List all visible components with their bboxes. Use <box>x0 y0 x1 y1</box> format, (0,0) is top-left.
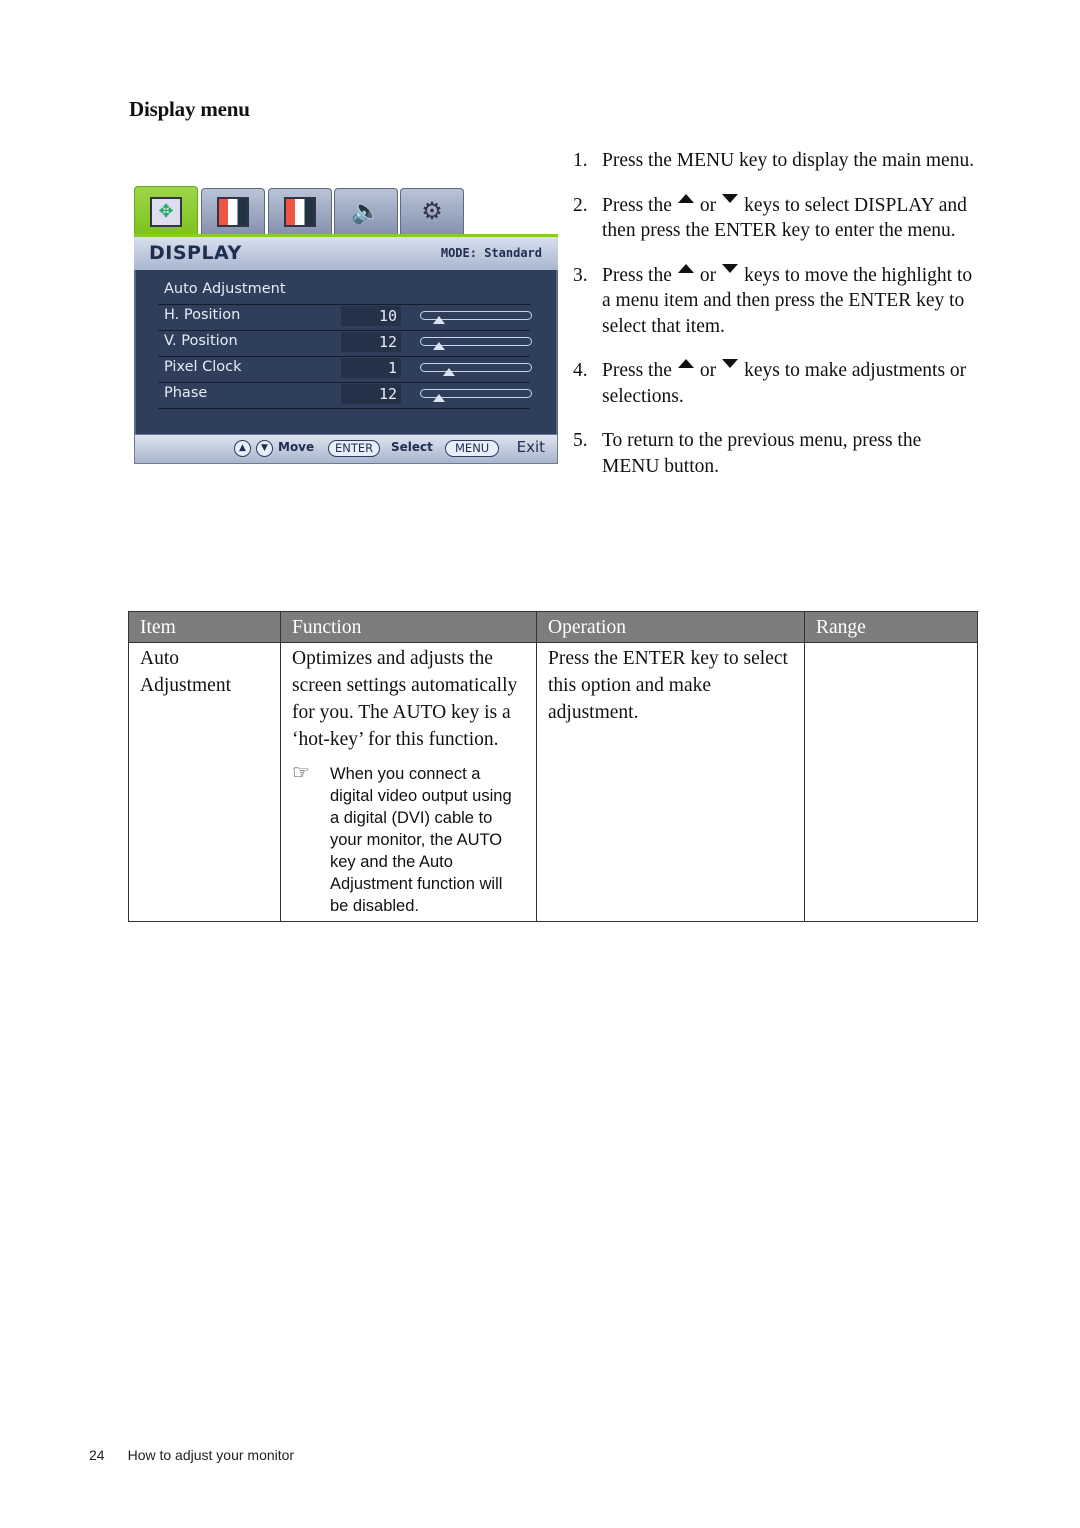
osd-slider[interactable] <box>420 311 532 324</box>
down-arrow-icon <box>722 359 739 369</box>
osd-row-label: Auto Adjustment <box>164 281 286 297</box>
header-function: Function <box>280 611 537 643</box>
item-text: Auto Adjustment <box>140 648 231 696</box>
cell-item: Auto Adjustment <box>128 642 281 922</box>
step-key: MENU <box>676 150 735 171</box>
tab-picture-advanced[interactable] <box>268 188 332 234</box>
step-item: 1. Press the MENU key to display the mai… <box>573 148 983 174</box>
step-item: 4. Press the or keys to make adjustments o… <box>573 358 983 409</box>
osd-row-value: 12 <box>341 384 401 404</box>
gear-icon: ⚙ <box>421 199 443 225</box>
osd-row-label: H. Position <box>164 307 241 323</box>
osd-mode: MODE: Standard <box>440 246 542 260</box>
cell-operation: Press the ENTER key to select this optio… <box>536 642 805 922</box>
picture-advanced-icon <box>284 196 316 227</box>
osd-slider[interactable] <box>420 363 532 376</box>
up-arrow-icon <box>677 359 694 369</box>
step-number: 1. <box>573 150 588 171</box>
up-arrow-icon: ▲ <box>234 440 251 457</box>
osd-row-phase[interactable]: Phase 12 <box>158 382 532 409</box>
up-arrow-icon <box>677 193 694 203</box>
cell-range <box>804 642 978 922</box>
tab-system[interactable]: ⚙ <box>400 188 464 234</box>
step-text: or <box>699 264 717 286</box>
function-table: Item Function Operation Range Auto Adjus… <box>128 611 978 922</box>
osd-row-label: Pixel Clock <box>164 359 242 375</box>
osd-header: DISPLAY MODE: Standard <box>134 234 558 270</box>
page-number: 24 <box>89 1447 105 1463</box>
step-item: 3. Press the or keys to move the highlight… <box>573 263 983 340</box>
osd-body: Auto Adjustment H. Position 10 V. Positi… <box>134 270 558 434</box>
osd-row-label: V. Position <box>164 333 238 349</box>
footer-title: How to adjust your monitor <box>127 1447 295 1463</box>
down-arrow-icon: ▼ <box>256 440 273 457</box>
tab-picture[interactable] <box>201 188 265 234</box>
table-row: Auto Adjustment Optimizes and adjusts th… <box>128 642 978 922</box>
down-arrow-icon <box>722 193 739 203</box>
osd-row-h-position[interactable]: H. Position 10 <box>158 304 532 331</box>
step-number: 2. <box>573 194 588 216</box>
move-label: Move <box>278 440 315 454</box>
step-number: 4. <box>573 360 588 381</box>
picture-icon <box>217 196 249 227</box>
osd-row-value: 1 <box>341 358 401 378</box>
step-number: 3. <box>573 264 588 286</box>
osd-row-label: Phase <box>164 385 208 401</box>
page-footer: 24 How to adjust your monitor <box>89 1447 294 1463</box>
down-arrow-icon <box>722 263 739 273</box>
step-text: key to display the main menu. <box>734 150 975 171</box>
step-text: Press the <box>602 264 672 286</box>
osd-slider[interactable] <box>420 337 532 350</box>
step-item: 2. Press the or keys to select DISPLAY and… <box>573 193 983 244</box>
cell-function: Optimizes and adjusts the screen setting… <box>280 642 537 922</box>
step-text: or <box>699 194 717 216</box>
exit-label: Exit <box>516 438 545 456</box>
section-title: Display menu <box>129 97 250 121</box>
osd-tabs: ✥ 🔈 ⚙ <box>134 186 558 236</box>
operation-text: Press the ENTER key to select this optio… <box>548 648 788 723</box>
up-arrow-icon <box>677 263 694 273</box>
function-text: Optimizes and adjusts the screen setting… <box>292 648 518 750</box>
step-number: 5. <box>573 430 588 451</box>
menu-key-badge: MENU <box>445 440 500 457</box>
slider-knob[interactable] <box>432 342 445 350</box>
osd-slider[interactable] <box>420 389 532 402</box>
osd-footer: ▲ ▼ Move ENTER Select MENU Exit <box>134 434 558 464</box>
osd-row-pixel-clock[interactable]: Pixel Clock 1 <box>158 356 532 383</box>
step-text: Press the <box>602 194 672 216</box>
osd-row-value: 10 <box>341 306 401 326</box>
note: ☞ When you connect a digital video outpu… <box>292 762 525 917</box>
select-label: Select <box>391 440 433 454</box>
slider-knob[interactable] <box>432 394 445 402</box>
step-item: 5. To return to the previous menu, press… <box>573 428 983 479</box>
tab-display[interactable]: ✥ <box>134 186 198 236</box>
header-operation: Operation <box>536 611 805 643</box>
tab-audio[interactable]: 🔈 <box>334 188 398 234</box>
header-item: Item <box>128 611 281 643</box>
header-range: Range <box>804 611 978 643</box>
step-text: Press the <box>602 150 677 171</box>
slider-knob[interactable] <box>442 368 455 376</box>
step-text: Press the <box>602 360 672 381</box>
enter-key-badge: ENTER <box>328 440 381 457</box>
osd-row-auto-adjustment[interactable]: Auto Adjustment <box>158 278 530 305</box>
osd-title: DISPLAY <box>149 242 242 264</box>
table-header-row: Item Function Operation Range <box>128 611 978 643</box>
speaker-icon: 🔈 <box>351 199 381 225</box>
osd-row-v-position[interactable]: V. Position 12 <box>158 330 532 357</box>
step-text: or <box>699 360 717 381</box>
display-icon: ✥ <box>150 196 182 227</box>
pointing-hand-icon: ☞ <box>292 762 310 784</box>
osd-display-menu: ✥ 🔈 ⚙ DISPLAY MODE: Standard Auto Adjust… <box>134 186 558 464</box>
step-text: To return to the previous menu, press th… <box>602 430 922 477</box>
steps-list: 1. Press the MENU key to display the mai… <box>573 148 983 498</box>
osd-row-value: 12 <box>341 332 401 352</box>
slider-knob[interactable] <box>432 316 445 324</box>
note-text: When you connect a digital video output … <box>330 765 512 915</box>
